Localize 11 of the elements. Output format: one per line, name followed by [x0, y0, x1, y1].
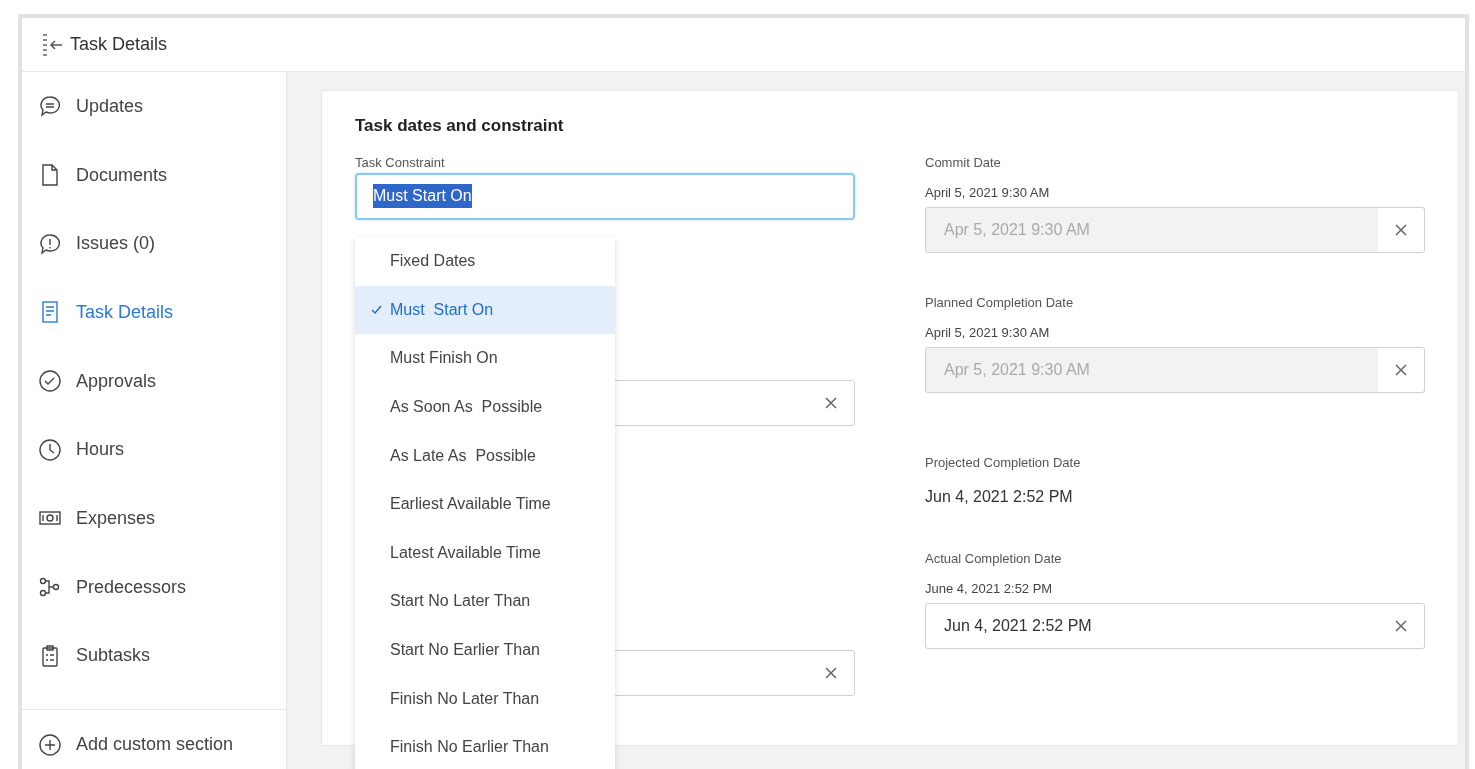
field-label: Planned Completion Date [925, 293, 1075, 312]
date-value: April 5, 2021 9:30 AM [925, 183, 1051, 202]
field-label: Commit Date [925, 153, 1002, 172]
field-label: Actual Completion Date [925, 549, 1063, 568]
field-label: Projected Completion Date [925, 453, 1082, 472]
date-value: April 5, 2021 9:30 AM [925, 323, 1051, 342]
date-value: Jun 4, 2021 2:52 PM [925, 486, 1074, 507]
section-title: Task dates and constraint [355, 115, 565, 137]
panel-title: Task Details [70, 33, 168, 56]
field-label: Task Constraint [355, 153, 446, 172]
date-value: June 4, 2021 2:52 PM [925, 579, 1054, 598]
